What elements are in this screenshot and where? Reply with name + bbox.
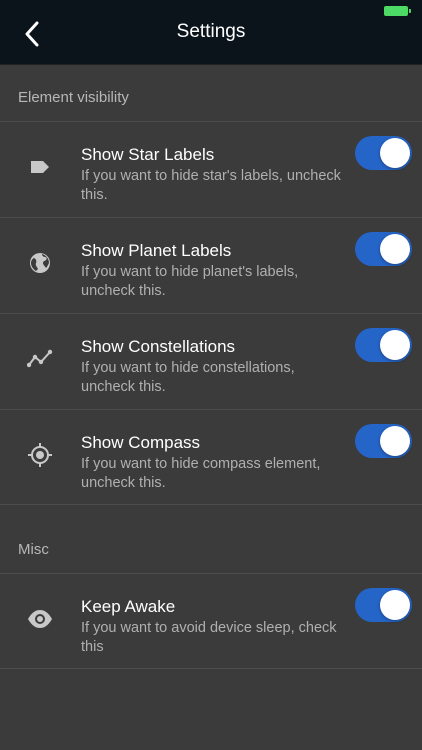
tag-icon xyxy=(27,154,53,180)
setting-title: Show Star Labels xyxy=(81,145,215,164)
setting-subtitle: If you want to avoid device sleep, check… xyxy=(81,620,337,655)
target-icon xyxy=(27,442,53,468)
section-header-misc: Misc xyxy=(18,541,49,558)
setting-subtitle: If you want to hide star's labels, unche… xyxy=(81,168,341,203)
toggle-constellations[interactable] xyxy=(355,328,412,362)
page-title: Settings xyxy=(176,21,246,42)
setting-subtitle: If you want to hide constellations, unch… xyxy=(81,360,295,395)
setting-subtitle: If you want to hide planet's labels, unc… xyxy=(81,264,299,299)
toggle-knob xyxy=(380,426,410,456)
battery-icon xyxy=(384,6,411,16)
toggle-compass[interactable] xyxy=(355,424,412,458)
setting-title: Keep Awake xyxy=(81,597,176,616)
eye-icon xyxy=(27,606,53,632)
toggle-star-labels[interactable] xyxy=(355,136,412,170)
toggle-planet-labels[interactable] xyxy=(355,232,412,266)
setting-row-compass: Show Compass If you want to hide compass… xyxy=(0,409,422,505)
navigation-bar: Settings xyxy=(0,0,422,65)
setting-row-planet-labels: Show Planet Labels If you want to hide p… xyxy=(0,217,422,313)
setting-row-constellations: Show Constellations If you want to hide … xyxy=(0,313,422,409)
status-bar xyxy=(0,0,422,20)
section-header-element-visibility: Element visibility xyxy=(18,89,129,106)
constellation-icon xyxy=(27,346,53,372)
setting-title: Show Compass xyxy=(81,433,201,452)
setting-title: Show Planet Labels xyxy=(81,241,232,260)
globe-icon xyxy=(27,250,53,276)
toggle-knob xyxy=(380,330,410,360)
setting-row-star-labels: Show Star Labels If you want to hide sta… xyxy=(0,121,422,217)
setting-subtitle: If you want to hide compass element, unc… xyxy=(81,456,321,491)
toggle-keep-awake[interactable] xyxy=(355,588,412,622)
setting-title: Show Constellations xyxy=(81,337,236,356)
setting-row-keep-awake: Keep Awake If you want to avoid device s… xyxy=(0,573,422,669)
toggle-knob xyxy=(380,234,410,264)
toggle-knob xyxy=(380,138,410,168)
toggle-knob xyxy=(380,590,410,620)
